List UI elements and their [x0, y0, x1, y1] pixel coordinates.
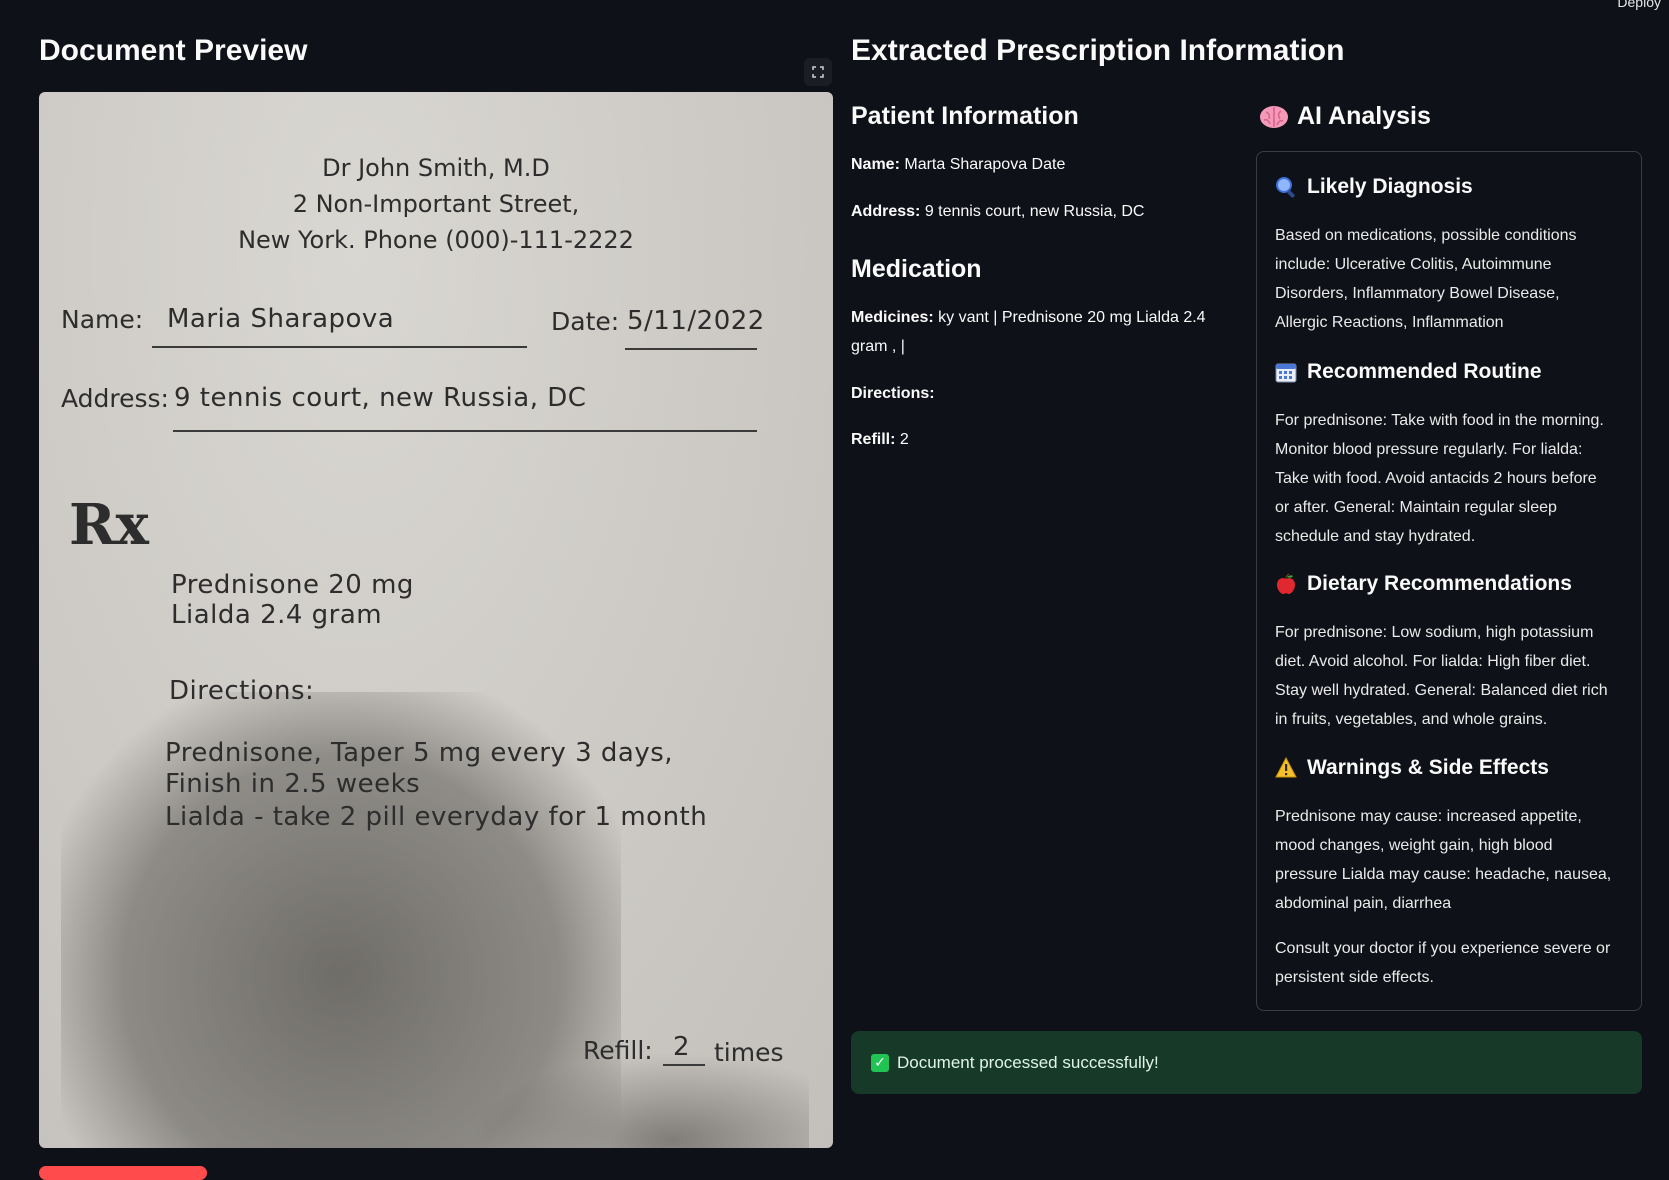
refill-value: 2 [899, 431, 909, 448]
routine-line: schedule and stay hydrated. [1275, 528, 1476, 545]
diagnosis-text: Based on medications, possible condition… [1275, 221, 1633, 337]
doctor-name: Dr John Smith, M.D [322, 154, 550, 182]
check-icon: ✓ [871, 1053, 889, 1072]
deploy-link[interactable]: Deploy [1617, 0, 1661, 10]
routine-line: For prednisone: Take with food in the mo… [1275, 412, 1604, 429]
doc-date-label: Date: [551, 307, 620, 336]
apple-icon [1277, 573, 1295, 594]
dietary-heading: Dietary Recommendations [1275, 572, 1572, 596]
warnings-heading: Warnings & Side Effects [1275, 756, 1549, 780]
dietary-line: diet. Avoid alcohol. For lialda: High fi… [1275, 653, 1591, 670]
dietary-title: Dietary Recommendations [1307, 572, 1572, 595]
warning-icon [1275, 757, 1297, 778]
action-button[interactable] [39, 1166, 207, 1180]
dietary-line: Stay well hydrated. General: Balanced di… [1275, 682, 1608, 699]
medicines-value: ky vant | Prednisone 20 mg Lialda 2.4 [938, 309, 1206, 326]
warnings-title: Warnings & Side Effects [1307, 756, 1549, 779]
dietary-text: For prednisone: Low sodium, high potassi… [1275, 618, 1633, 734]
warnings-line: pressure Lialda may cause: headache, nau… [1275, 866, 1612, 883]
success-message: Document processed successfully! [897, 1052, 1159, 1072]
doc-refill-value: 2 [673, 1032, 691, 1062]
address-underline [173, 430, 757, 432]
doc-address-label: Address: [61, 384, 169, 413]
doc-med-line-2: Lialda 2.4 gram [171, 600, 383, 630]
doc-direction-line-1: Prednisone, Taper 5 mg every 3 days, [165, 738, 674, 768]
consult-line: persistent side effects. [1275, 969, 1434, 986]
patient-name-value: Marta Sharapova Date [904, 156, 1066, 173]
routine-title: Recommended Routine [1307, 360, 1542, 383]
doc-direction-line-2: Finish in 2.5 weeks [165, 769, 421, 799]
preview-title: Document Preview [39, 34, 308, 67]
patient-name-row: Name: Marta Sharapova Date [851, 150, 1065, 179]
brain-icon [1260, 105, 1288, 128]
routine-line: Monitor blood pressure regularly. For li… [1275, 441, 1583, 458]
diagnosis-line: include: Ulcerative Colitis, Autoimmune [1275, 256, 1552, 273]
directions-label: Directions: [851, 385, 935, 402]
doc-name-value: Maria Sharapova [167, 304, 395, 334]
extracted-title: Extracted Prescription Information [851, 34, 1345, 67]
refill-label: Refill: [851, 431, 896, 448]
date-underline [625, 348, 757, 350]
doc-date-value: 5/11/2022 [627, 306, 765, 336]
doc-direction-line-3: Lialda - take 2 pill everyday for 1 mont… [165, 802, 708, 832]
diagnosis-line: Allergic Reactions, Inflammation [1275, 314, 1504, 331]
doc-directions-label: Directions: [169, 676, 315, 706]
name-underline [152, 346, 527, 348]
rx-symbol: Rx [69, 492, 149, 558]
warnings-text: Prednisone may cause: increased appetite… [1275, 802, 1633, 918]
doc-refill-label: Refill: [583, 1036, 653, 1065]
warnings-line: mood changes, weight gain, high blood [1275, 837, 1553, 854]
calendar-icon [1275, 363, 1297, 383]
diagnosis-heading: Likely Diagnosis [1275, 175, 1473, 199]
doctor-city-phone: New York. Phone (000)-111-2222 [238, 226, 634, 254]
expand-icon [812, 66, 824, 78]
doc-address-value: 9 tennis court, new Russia, DC [174, 383, 587, 413]
medicines-row: Medicines: ky vant | Prednisone 20 mg Li… [851, 303, 1231, 361]
doc-refill-suffix: times [714, 1038, 784, 1067]
warnings-line: Prednisone may cause: increased appetite… [1275, 808, 1582, 825]
patient-address-row: Address: 9 tennis court, new Russia, DC [851, 197, 1144, 226]
routine-heading: Recommended Routine [1275, 360, 1542, 384]
prescription-image: Dr John Smith, M.D 2 Non-Important Stree… [39, 92, 833, 1148]
fullscreen-button[interactable] [804, 58, 832, 86]
doc-med-line-1: Prednisone 20 mg [171, 570, 414, 600]
consult-line: Consult your doctor if you experience se… [1275, 940, 1611, 957]
ai-analysis-title: AI Analysis [1297, 102, 1431, 130]
ai-analysis-heading: AI Analysis [1259, 102, 1431, 131]
routine-line: or after. General: Maintain regular slee… [1275, 499, 1557, 516]
patient-address-label: Address: [851, 203, 921, 220]
patient-info-heading: Patient Information [851, 102, 1079, 130]
patient-name-label: Name: [851, 156, 900, 173]
doc-name-label: Name: [61, 305, 144, 334]
diagnosis-title: Likely Diagnosis [1307, 175, 1473, 198]
patient-address-value: 9 tennis court, new Russia, DC [924, 203, 1145, 220]
medication-heading: Medication [851, 255, 982, 283]
magnifier-icon [1276, 177, 1295, 198]
refill-row: Refill: 2 [851, 425, 909, 454]
medicines-value-cont: gram , | [851, 338, 905, 355]
warnings-line: abdominal pain, diarrhea [1275, 895, 1452, 912]
refill-underline [663, 1064, 705, 1066]
routine-line: Take with food. Avoid antacids 2 hours b… [1275, 470, 1597, 487]
dietary-line: in fruits, vegetables, and whole grains. [1275, 711, 1548, 728]
diagnosis-line: Based on medications, possible condition… [1275, 227, 1577, 244]
diagnosis-line: Disorders, Inflammatory Bowel Disease, [1275, 285, 1560, 302]
ai-analysis-panel: Likely Diagnosis Based on medications, p… [1256, 151, 1642, 1011]
medicines-label: Medicines: [851, 309, 934, 326]
dietary-line: For prednisone: Low sodium, high potassi… [1275, 624, 1594, 641]
doctor-street: 2 Non-Important Street, [292, 190, 580, 218]
success-alert: ✓ Document processed successfully! [851, 1031, 1642, 1094]
directions-row: Directions: [851, 379, 935, 408]
consult-text: Consult your doctor if you experience se… [1275, 934, 1633, 992]
routine-text: For prednisone: Take with food in the mo… [1275, 406, 1633, 551]
